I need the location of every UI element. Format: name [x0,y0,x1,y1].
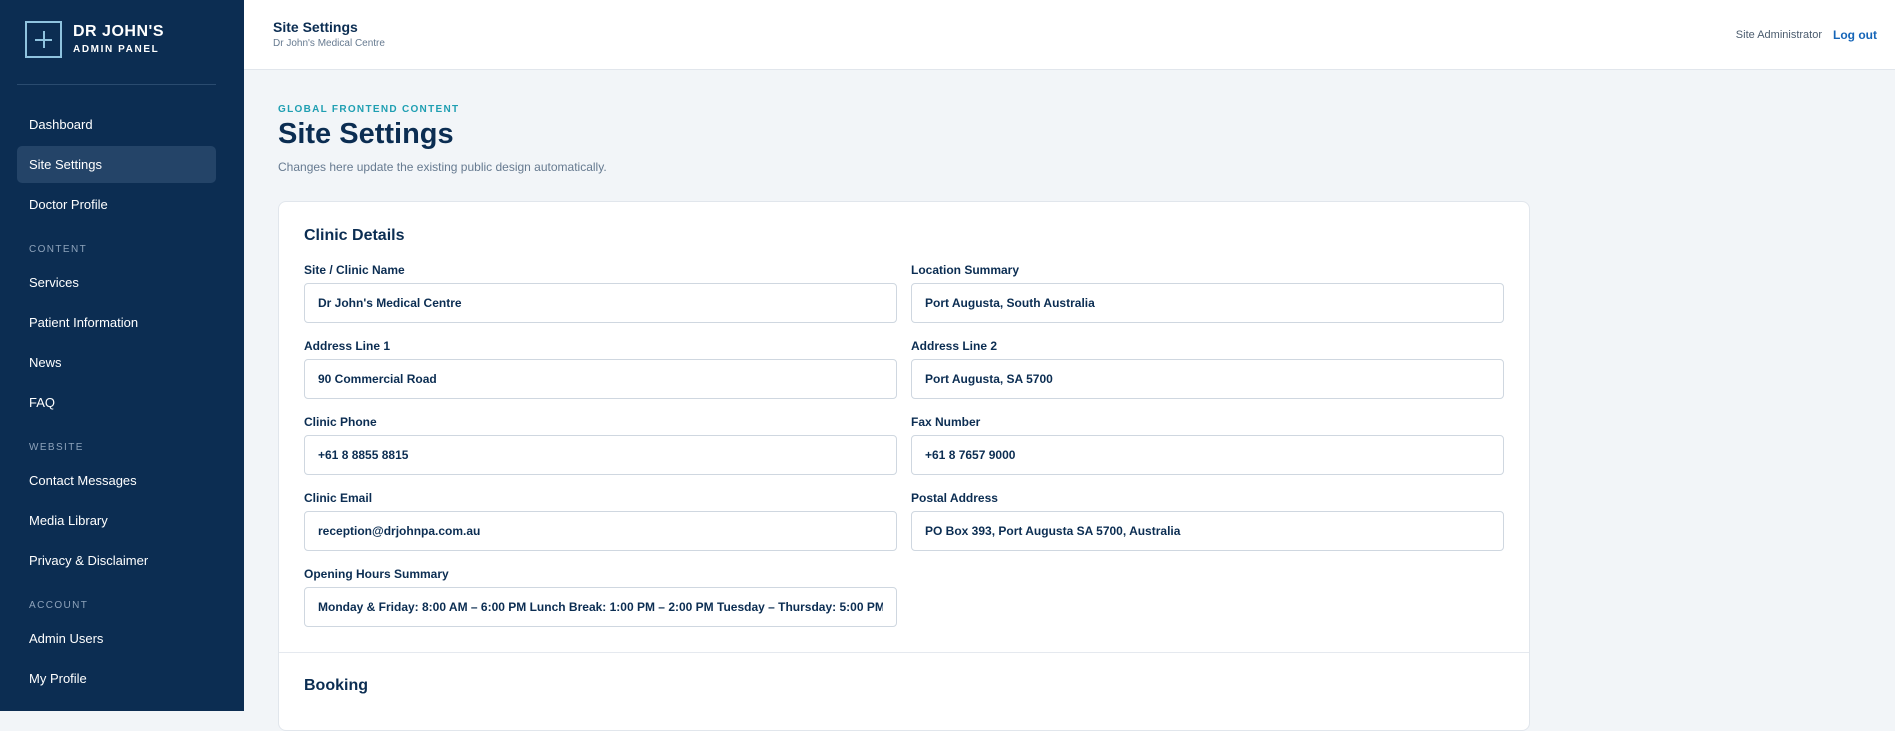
sidebar-item-dashboard[interactable]: Dashboard [17,106,216,143]
page-title: Site Settings [278,118,454,150]
brand-subtitle: ADMIN PANEL [73,44,160,55]
postal-address-label: Postal Address [911,491,998,505]
topbar: Site Settings Dr John's Medical Centre S… [244,0,1895,70]
topbar-title: Site Settings [273,19,358,35]
location-summary-label: Location Summary [911,263,1020,277]
sidebar-item-services[interactable]: Services [17,264,216,301]
brand-text: DR JOHN'S ADMIN PANEL [73,22,164,57]
sidebar-item-privacy-disclaimer[interactable]: Privacy & Disclaimer [17,542,216,579]
clinic-phone-label: Clinic Phone [304,415,377,429]
sidebar-item-admin-users[interactable]: Admin Users [17,620,216,657]
location-summary-input[interactable] [911,283,1504,323]
sidebar-section-account: ACCOUNT [29,600,89,611]
sidebar-item-contact-messages[interactable]: Contact Messages [17,462,216,499]
clinic-email-input[interactable] [304,511,897,551]
site-name-input[interactable] [304,283,897,323]
section-title-clinic-details: Clinic Details [304,227,405,244]
address-line-2-input[interactable] [911,359,1504,399]
opening-hours-label: Opening Hours Summary [304,567,449,581]
topbar-subtitle: Dr John's Medical Centre [273,38,385,49]
fax-number-input[interactable] [911,435,1504,475]
medical-cross-icon [25,21,62,58]
sidebar-section-website: WEBSITE [29,442,84,453]
brand-name: DR JOHN'S [73,23,164,40]
logout-link[interactable]: Log out [1833,28,1877,42]
postal-address-input[interactable] [911,511,1504,551]
address-line-2-label: Address Line 2 [911,339,998,353]
sidebar-item-faq[interactable]: FAQ [17,384,216,421]
sidebar-item-doctor-profile[interactable]: Doctor Profile [17,186,216,223]
clinic-phone-input[interactable] [304,435,897,475]
section-divider [279,652,1529,653]
page-description: Changes here update the existing public … [278,160,607,174]
sidebar-item-patient-information[interactable]: Patient Information [17,304,216,341]
brand[interactable]: DR JOHN'S ADMIN PANEL [25,21,164,58]
clinic-email-label: Clinic Email [304,491,373,505]
sidebar-item-news[interactable]: News [17,344,216,381]
sidebar-section-content: CONTENT [29,244,88,255]
address-line-1-input[interactable] [304,359,897,399]
sidebar: DR JOHN'S ADMIN PANEL Dashboard Site Set… [0,0,244,711]
sidebar-item-site-settings[interactable]: Site Settings [17,146,216,183]
sidebar-item-my-profile[interactable]: My Profile [17,660,216,697]
address-line-1-label: Address Line 1 [304,339,391,353]
page-eyebrow: GLOBAL FRONTEND CONTENT [278,104,460,115]
section-title-booking: Booking [304,677,368,694]
site-name-label: Site / Clinic Name [304,263,405,277]
current-user-label: Site Administrator [1735,29,1822,41]
sidebar-item-media-library[interactable]: Media Library [17,502,216,539]
settings-card: Clinic Details Site / Clinic Name Locati… [278,201,1530,731]
sidebar-divider [17,84,216,85]
fax-number-label: Fax Number [911,415,981,429]
opening-hours-input[interactable] [304,587,897,627]
